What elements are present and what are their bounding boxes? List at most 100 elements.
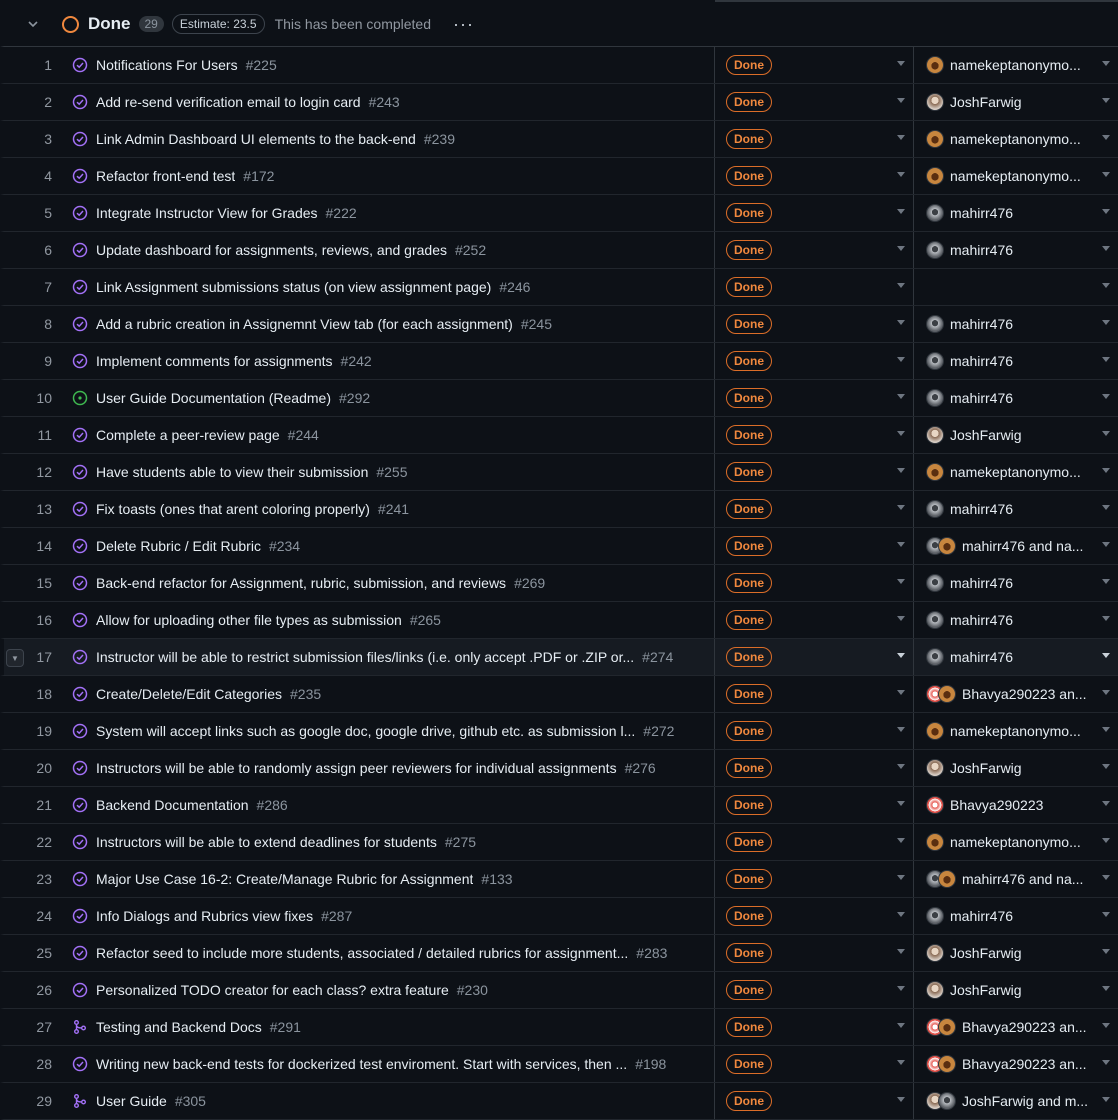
chevron-down-icon[interactable]: [1102, 320, 1110, 325]
chevron-down-icon[interactable]: [897, 98, 905, 103]
title-cell[interactable]: Refactor front-end test #172: [60, 158, 715, 194]
chevron-down-icon[interactable]: [1102, 209, 1110, 214]
chevron-down-icon[interactable]: [897, 505, 905, 510]
title-cell[interactable]: Back-end refactor for Assignment, rubric…: [60, 565, 715, 601]
table-row[interactable]: 25 Refactor seed to include more student…: [0, 935, 1118, 972]
chevron-down-icon[interactable]: [1102, 468, 1110, 473]
title-cell[interactable]: Instructors will be able to randomly ass…: [60, 750, 715, 786]
table-row[interactable]: 22 Instructors will be able to extend de…: [0, 824, 1118, 861]
title-cell[interactable]: Backend Documentation #286: [60, 787, 715, 823]
assignee-cell[interactable]: Bhavya290223 an...: [914, 1046, 1118, 1082]
table-row[interactable]: 21 Backend Documentation #286 Done Bhavy…: [0, 787, 1118, 824]
chevron-down-icon[interactable]: [897, 838, 905, 843]
status-cell[interactable]: Done: [715, 454, 914, 490]
status-cell[interactable]: Done: [715, 306, 914, 342]
chevron-down-icon[interactable]: [1102, 838, 1110, 843]
item-title[interactable]: Refactor front-end test: [96, 168, 235, 184]
assignee-cell[interactable]: mahirr476: [914, 343, 1118, 379]
title-cell[interactable]: Integrate Instructor View for Grades #22…: [60, 195, 715, 231]
item-title[interactable]: Writing new back-end tests for dockerize…: [96, 1056, 627, 1072]
title-cell[interactable]: Major Use Case 16-2: Create/Manage Rubri…: [60, 861, 715, 897]
chevron-down-icon[interactable]: [897, 468, 905, 473]
chevron-down-icon[interactable]: [1102, 98, 1110, 103]
assignee-cell[interactable]: mahirr476: [914, 306, 1118, 342]
title-cell[interactable]: Update dashboard for assignments, review…: [60, 232, 715, 268]
assignee-cell[interactable]: namekeptanonymo...: [914, 454, 1118, 490]
title-cell[interactable]: Testing and Backend Docs #291: [60, 1009, 715, 1045]
chevron-down-icon[interactable]: [897, 986, 905, 991]
table-row[interactable]: 28 Writing new back-end tests for docker…: [0, 1046, 1118, 1083]
table-row[interactable]: 1 Notifications For Users #225 Done name…: [0, 47, 1118, 84]
chevron-down-icon[interactable]: [897, 357, 905, 362]
chevron-down-icon[interactable]: [4, 18, 62, 30]
chevron-down-icon[interactable]: [1102, 653, 1110, 658]
item-title[interactable]: Implement comments for assignments: [96, 353, 333, 369]
title-cell[interactable]: Writing new back-end tests for dockerize…: [60, 1046, 715, 1082]
item-title[interactable]: Back-end refactor for Assignment, rubric…: [96, 575, 506, 591]
status-cell[interactable]: Done: [715, 121, 914, 157]
chevron-down-icon[interactable]: [1102, 172, 1110, 177]
chevron-down-icon[interactable]: [1102, 542, 1110, 547]
table-row[interactable]: 20 Instructors will be able to randomly …: [0, 750, 1118, 787]
status-cell[interactable]: Done: [715, 565, 914, 601]
assignee-cell[interactable]: mahirr476 and na...: [914, 861, 1118, 897]
status-cell[interactable]: Done: [715, 269, 914, 305]
table-row[interactable]: 2 Add re-send verification email to logi…: [0, 84, 1118, 121]
title-cell[interactable]: Personalized TODO creator for each class…: [60, 972, 715, 1008]
status-cell[interactable]: Done: [715, 417, 914, 453]
item-title[interactable]: Add a rubric creation in Assignemnt View…: [96, 316, 513, 332]
status-cell[interactable]: Done: [715, 1083, 914, 1119]
assignee-cell[interactable]: mahirr476 and na...: [914, 528, 1118, 564]
status-cell[interactable]: Done: [715, 158, 914, 194]
chevron-down-icon[interactable]: [897, 727, 905, 732]
assignee-cell[interactable]: mahirr476: [914, 639, 1118, 675]
status-cell[interactable]: Done: [715, 1046, 914, 1082]
chevron-down-icon[interactable]: [1102, 727, 1110, 732]
title-cell[interactable]: Fix toasts (ones that arent coloring pro…: [60, 491, 715, 527]
item-title[interactable]: User Guide: [96, 1093, 167, 1109]
chevron-down-icon[interactable]: [897, 320, 905, 325]
chevron-down-icon[interactable]: [897, 209, 905, 214]
title-cell[interactable]: Link Admin Dashboard UI elements to the …: [60, 121, 715, 157]
assignee-cell[interactable]: JoshFarwig: [914, 750, 1118, 786]
status-cell[interactable]: Done: [715, 47, 914, 83]
title-cell[interactable]: Add re-send verification email to login …: [60, 84, 715, 120]
table-row[interactable]: 19 System will accept links such as goog…: [0, 713, 1118, 750]
status-cell[interactable]: Done: [715, 343, 914, 379]
chevron-down-icon[interactable]: [897, 764, 905, 769]
assignee-cell[interactable]: namekeptanonymo...: [914, 824, 1118, 860]
assignee-cell[interactable]: JoshFarwig: [914, 972, 1118, 1008]
item-title[interactable]: Integrate Instructor View for Grades: [96, 205, 318, 221]
assignee-cell[interactable]: JoshFarwig and m...: [914, 1083, 1118, 1119]
table-row[interactable]: 29 User Guide #305 Done JoshFarwig and m…: [0, 1083, 1118, 1120]
chevron-down-icon[interactable]: [897, 616, 905, 621]
table-row[interactable]: 23 Major Use Case 16-2: Create/Manage Ru…: [0, 861, 1118, 898]
assignee-cell[interactable]: namekeptanonymo...: [914, 158, 1118, 194]
status-cell[interactable]: Done: [715, 861, 914, 897]
chevron-down-icon[interactable]: [897, 135, 905, 140]
table-row[interactable]: 6 Update dashboard for assignments, revi…: [0, 232, 1118, 269]
item-title[interactable]: Major Use Case 16-2: Create/Manage Rubri…: [96, 871, 473, 887]
status-cell[interactable]: Done: [715, 787, 914, 823]
item-title[interactable]: Create/Delete/Edit Categories: [96, 686, 282, 702]
chevron-down-icon[interactable]: [897, 653, 905, 658]
title-cell[interactable]: Complete a peer-review page #244: [60, 417, 715, 453]
chevron-down-icon[interactable]: [897, 875, 905, 880]
title-cell[interactable]: User Guide #305: [60, 1083, 715, 1119]
assignee-cell[interactable]: Bhavya290223: [914, 787, 1118, 823]
item-title[interactable]: Link Admin Dashboard UI elements to the …: [96, 131, 416, 147]
table-row[interactable]: ▼ 17 Instructor will be able to restrict…: [0, 639, 1118, 676]
assignee-cell[interactable]: Bhavya290223 an...: [914, 1009, 1118, 1045]
chevron-down-icon[interactable]: [897, 542, 905, 547]
chevron-down-icon[interactable]: [897, 172, 905, 177]
item-title[interactable]: Have students able to view their submiss…: [96, 464, 368, 480]
title-cell[interactable]: System will accept links such as google …: [60, 713, 715, 749]
status-cell[interactable]: Done: [715, 195, 914, 231]
title-cell[interactable]: Have students able to view their submiss…: [60, 454, 715, 490]
table-row[interactable]: 8 Add a rubric creation in Assignemnt Vi…: [0, 306, 1118, 343]
chevron-down-icon[interactable]: [1102, 801, 1110, 806]
status-cell[interactable]: Done: [715, 528, 914, 564]
table-row[interactable]: 9 Implement comments for assignments #24…: [0, 343, 1118, 380]
chevron-down-icon[interactable]: [1102, 505, 1110, 510]
item-title[interactable]: Add re-send verification email to login …: [96, 94, 361, 110]
